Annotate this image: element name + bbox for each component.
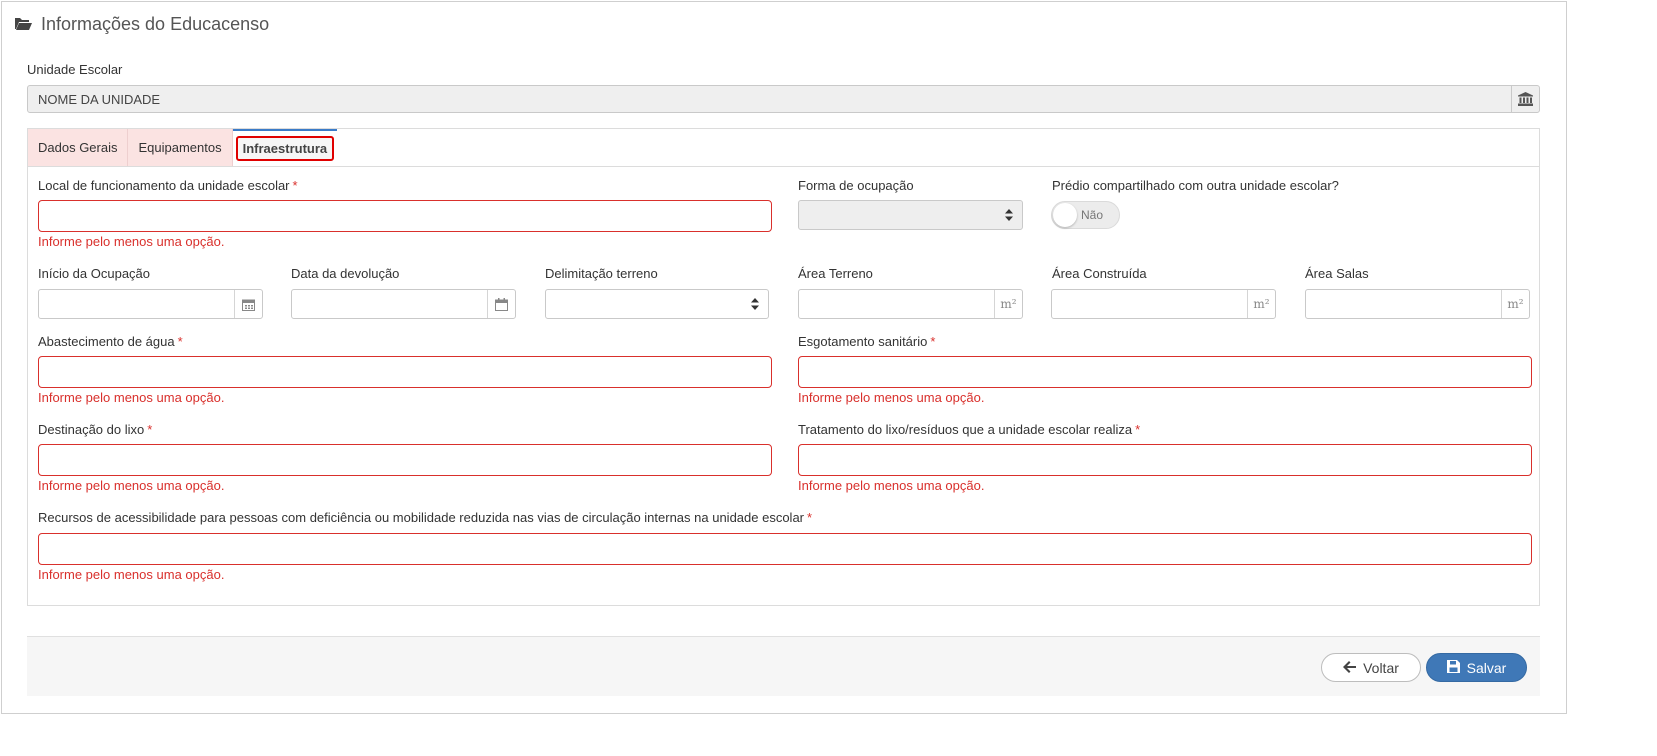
page-title: Informações do Educacenso — [41, 14, 270, 34]
esgotamento-sanitario-select[interactable] — [798, 356, 1532, 388]
back-button[interactable]: Voltar — [1321, 653, 1421, 682]
tab-infraestrutura[interactable]: Infraestrutura — [232, 129, 338, 166]
area-salas-input[interactable]: m² — [1305, 289, 1530, 319]
area-construida-input[interactable]: m² — [1051, 289, 1276, 319]
recursos-acessibilidade-label: Recursos de acessibilidade para pessoas … — [38, 510, 813, 525]
forma-ocupacao-label: Forma de ocupação — [798, 178, 914, 193]
tab-divider — [28, 166, 1539, 167]
inicio-ocupacao-label: Início da Ocupação — [38, 266, 151, 281]
bank-icon[interactable] — [1511, 86, 1539, 112]
delimitacao-terreno-label: Delimitação terreno — [545, 266, 658, 281]
destinacao-lixo-label: Destinação do lixo * — [38, 422, 153, 437]
form-footer — [27, 636, 1540, 696]
tratamento-lixo-label: Tratamento do lixo/resíduos que a unidad… — [798, 422, 1141, 437]
tab-equipamentos[interactable]: Equipamentos — [128, 129, 233, 166]
tab-label: Dados Gerais — [38, 140, 118, 155]
data-devolucao-input[interactable] — [291, 289, 516, 319]
destinacao-lixo-select[interactable] — [38, 444, 772, 476]
toggle-value: Não — [1081, 208, 1104, 222]
unit-label: Unidade Escolar — [27, 62, 123, 77]
local-funcionamento-label: Local de funcionamento da unidade escola… — [38, 178, 298, 193]
folder-open-icon — [14, 16, 33, 34]
square-meter-unit: m² — [1501, 290, 1529, 318]
area-terreno-label: Área Terreno — [798, 266, 873, 281]
toggle-knob — [1053, 203, 1077, 227]
calendar-icon[interactable] — [234, 290, 262, 318]
sort-caret-icon — [751, 298, 759, 313]
destinacao-lixo-error: Informe pelo menos uma opção. — [38, 478, 225, 493]
page-header: Informações do Educacenso — [14, 14, 269, 35]
delimitacao-terreno-select[interactable] — [545, 289, 769, 319]
area-salas-label: Área Salas — [1305, 266, 1369, 281]
area-construida-label: Área Construída — [1052, 266, 1147, 281]
square-meter-unit: m² — [994, 290, 1022, 318]
abastecimento-agua-select[interactable] — [38, 356, 772, 388]
data-devolucao-label: Data da devolução — [291, 266, 400, 281]
abastecimento-agua-label: Abastecimento de água * — [38, 334, 183, 349]
recursos-acessibilidade-error: Informe pelo menos uma opção. — [38, 567, 225, 582]
local-funcionamento-error: Informe pelo menos uma opção. — [38, 234, 225, 249]
floppy-disk-icon — [1446, 659, 1460, 676]
area-terreno-input[interactable]: m² — [798, 289, 1023, 319]
tratamento-lixo-select[interactable] — [798, 444, 1532, 476]
predio-compartilhado-label: Prédio compartilhado com outra unidade e… — [1052, 178, 1339, 193]
save-button-label: Salvar — [1466, 659, 1507, 676]
inicio-ocupacao-input[interactable] — [38, 289, 263, 319]
tab-bar: Dados Gerais Equipamentos Infraestrutura — [28, 129, 338, 166]
esgotamento-sanitario-error: Informe pelo menos uma opção. — [798, 390, 985, 405]
sort-caret-icon — [1005, 209, 1013, 224]
abastecimento-agua-error: Informe pelo menos uma opção. — [38, 390, 225, 405]
back-button-label: Voltar — [1363, 659, 1399, 676]
calendar-icon[interactable] — [487, 290, 515, 318]
save-button[interactable]: Salvar — [1426, 653, 1527, 682]
tab-label: Infraestrutura — [235, 136, 335, 161]
unit-value: NOME DA UNIDADE — [38, 92, 161, 107]
predio-compartilhado-toggle[interactable]: Não — [1051, 201, 1120, 229]
tab-label: Equipamentos — [138, 140, 222, 155]
local-funcionamento-select[interactable] — [38, 200, 772, 232]
arrow-left-icon — [1343, 660, 1357, 676]
unit-field[interactable]: NOME DA UNIDADE — [27, 85, 1540, 113]
forma-ocupacao-select[interactable] — [798, 200, 1023, 230]
square-meter-unit: m² — [1247, 290, 1275, 318]
esgotamento-sanitario-label: Esgotamento sanitário * — [798, 334, 936, 349]
tab-dados-gerais[interactable]: Dados Gerais — [28, 129, 129, 166]
tratamento-lixo-error: Informe pelo menos uma opção. — [798, 478, 985, 493]
recursos-acessibilidade-select[interactable] — [38, 533, 1532, 565]
